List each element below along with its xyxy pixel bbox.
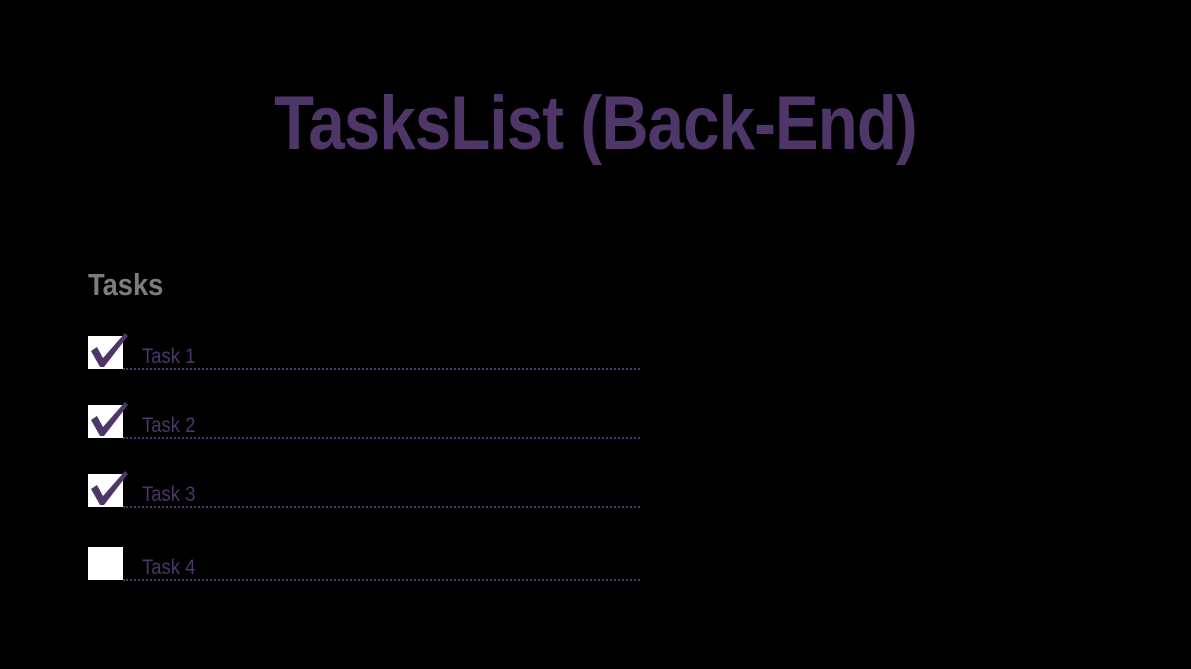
- task-item-3[interactable]: Task 3: [88, 471, 640, 508]
- check-icon: [91, 333, 128, 367]
- task-label-1: Task 1: [142, 345, 196, 368]
- page-title: TasksList (Back-End): [274, 81, 917, 166]
- task-item-2[interactable]: Task 2: [88, 402, 640, 439]
- task-item-1[interactable]: Task 1: [88, 333, 640, 370]
- task-divider: [123, 368, 640, 370]
- task-item-4[interactable]: Task 4: [88, 545, 640, 581]
- tasks-heading: Tasks: [88, 267, 164, 302]
- task-list: Task 1 Task 2 Task 3 Task 4: [88, 333, 640, 581]
- task-checkbox-3[interactable]: [88, 471, 128, 507]
- task-checkbox-1[interactable]: [88, 333, 128, 369]
- task-checkbox-4[interactable]: [88, 547, 123, 580]
- task-label-3: Task 3: [142, 483, 196, 506]
- task-divider: [123, 506, 640, 508]
- task-label-4: Task 4: [142, 556, 196, 579]
- check-icon: [91, 402, 128, 436]
- task-divider: [123, 437, 640, 439]
- task-label-2: Task 2: [142, 414, 196, 437]
- task-divider: [123, 579, 640, 581]
- check-icon: [91, 471, 128, 505]
- task-checkbox-2[interactable]: [88, 402, 128, 438]
